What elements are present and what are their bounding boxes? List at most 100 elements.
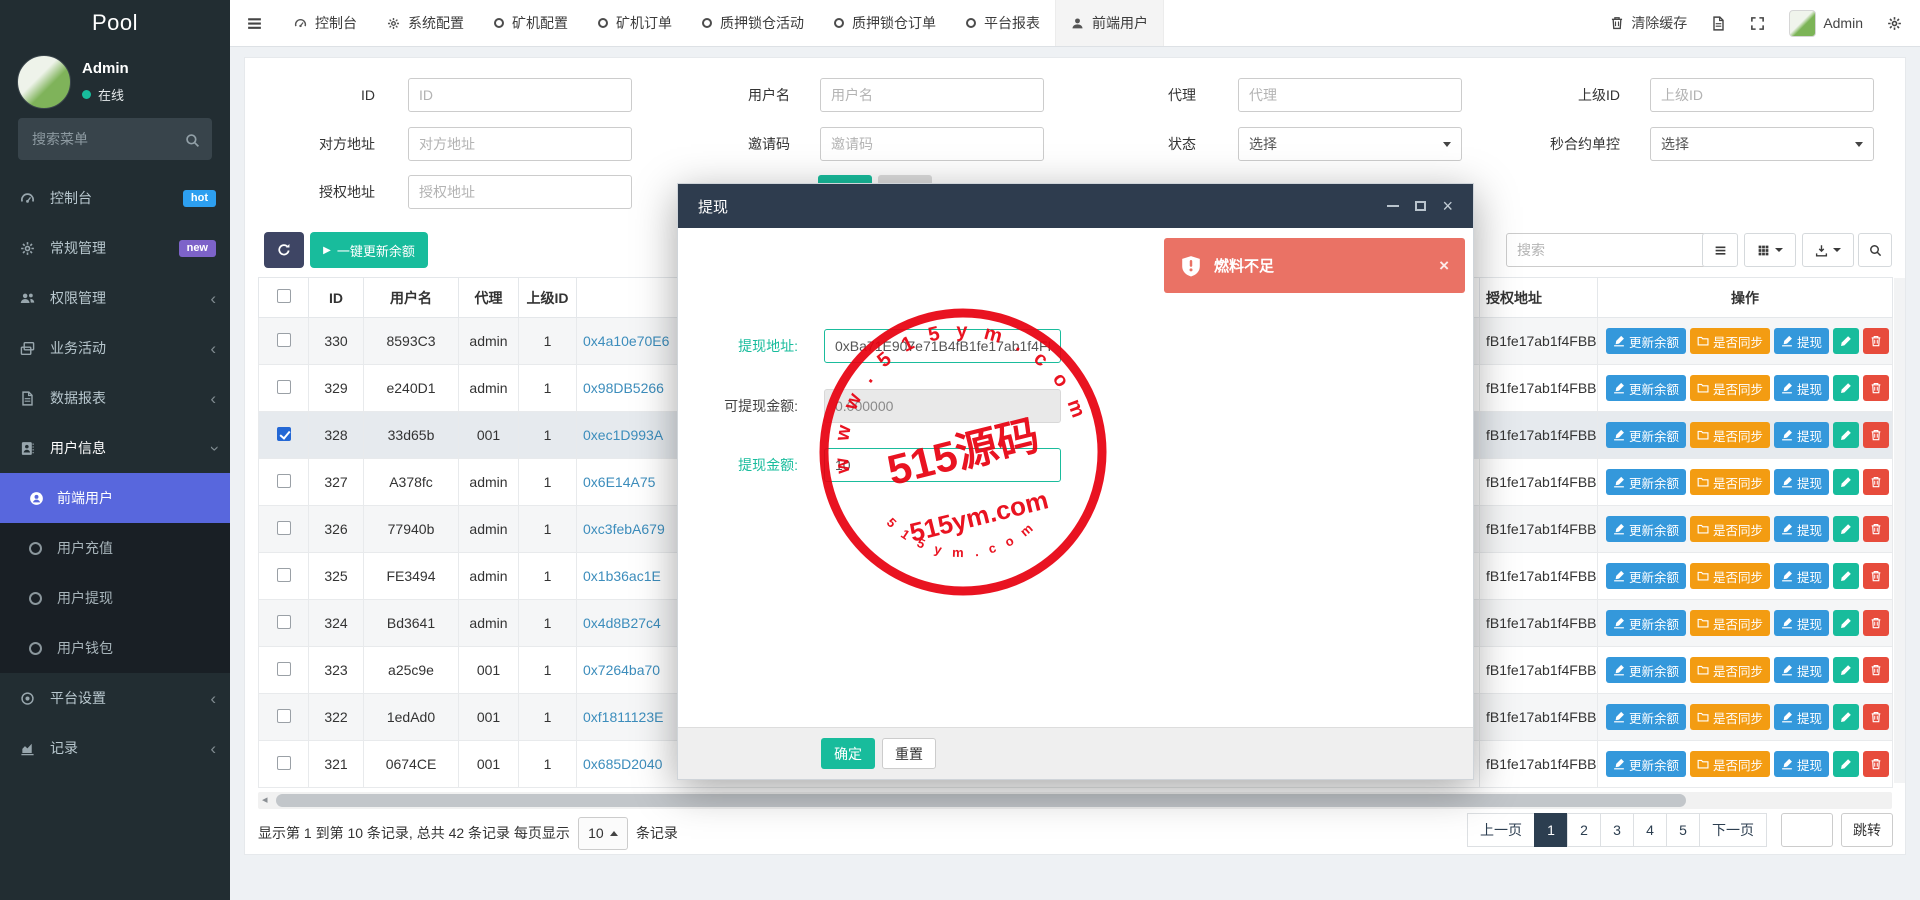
sync-button[interactable]: 是否同步 [1690, 657, 1771, 683]
edit-button[interactable] [1833, 375, 1860, 401]
export-button[interactable] [1802, 233, 1854, 267]
sidebar-search-input[interactable] [30, 130, 185, 148]
confirm-button[interactable]: 确定 [821, 738, 875, 769]
refresh-button[interactable] [264, 232, 304, 268]
columns-button[interactable] [1744, 233, 1796, 267]
edit-button[interactable] [1833, 657, 1860, 683]
alert-close-icon[interactable]: × [1439, 256, 1449, 276]
update-balance-button[interactable]: 更新余额 [1606, 516, 1687, 542]
edit-button[interactable] [1833, 563, 1860, 589]
modal-header[interactable]: 提现 × [678, 184, 1473, 228]
scrollbar-thumb[interactable] [276, 794, 1686, 807]
row-checkbox[interactable] [276, 708, 291, 723]
tab-dashboard[interactable]: 控制台 [279, 0, 372, 46]
filter-agent-input[interactable] [1238, 78, 1462, 112]
update-balance-button[interactable]: 更新余额 [1606, 751, 1687, 777]
sidebar-item-user-withdraw[interactable]: 用户提现 [0, 573, 230, 623]
withdraw-button[interactable]: 提现 [1774, 751, 1830, 777]
sidebar-item-platform-settings[interactable]: 平台设置 ‹ [0, 673, 230, 723]
tab-staking-activity[interactable]: 质押锁仓活动 [687, 0, 819, 46]
page-button-4[interactable]: 4 [1633, 813, 1667, 847]
delete-button[interactable] [1863, 563, 1890, 589]
filter-username-input[interactable] [820, 78, 1044, 112]
jump-button[interactable]: 跳转 [1841, 813, 1893, 847]
sidebar-item-user-recharge[interactable]: 用户充值 [0, 523, 230, 573]
delete-button[interactable] [1863, 375, 1890, 401]
update-balance-button[interactable]: 更新余额 [1606, 422, 1687, 448]
select-all-checkbox[interactable] [276, 289, 291, 303]
update-balance-button[interactable]: 更新余额 [1606, 375, 1687, 401]
sidebar-item-general[interactable]: 常规管理 new [0, 223, 230, 273]
sync-button[interactable]: 是否同步 [1690, 328, 1771, 354]
close-icon[interactable]: × [1442, 197, 1453, 215]
filter-contract-select[interactable]: 选择 [1650, 127, 1874, 161]
withdraw-button[interactable]: 提现 [1774, 516, 1830, 542]
row-checkbox[interactable] [276, 567, 291, 582]
update-balance-button[interactable]: 更新余额 [1606, 469, 1687, 495]
withdraw-button[interactable]: 提现 [1774, 328, 1830, 354]
sync-button[interactable]: 是否同步 [1690, 422, 1771, 448]
sidebar-item-business[interactable]: 业务活动 ‹ [0, 323, 230, 373]
withdraw-amount-input[interactable] [824, 448, 1061, 482]
settings-button[interactable] [1887, 16, 1902, 31]
edit-button[interactable] [1833, 328, 1860, 354]
filter-address-input[interactable] [408, 127, 632, 161]
horizontal-scrollbar[interactable]: ◂ [258, 792, 1892, 809]
tab-frontend-users[interactable]: 前端用户 [1055, 0, 1164, 46]
page-button-5[interactable]: 5 [1666, 813, 1700, 847]
edit-button[interactable] [1833, 516, 1860, 542]
row-checkbox[interactable] [276, 473, 291, 488]
update-balance-button[interactable]: 更新余额 [1606, 657, 1687, 683]
withdraw-button[interactable]: 提现 [1774, 657, 1830, 683]
sidebar-item-user-info[interactable]: 用户信息 ‹ [0, 423, 230, 473]
update-all-balance-button[interactable]: ▶ 一键更新余额 [310, 232, 428, 268]
edit-button[interactable] [1833, 469, 1860, 495]
row-checkbox[interactable] [276, 332, 291, 347]
sync-button[interactable]: 是否同步 [1690, 469, 1771, 495]
sync-button[interactable]: 是否同步 [1690, 516, 1771, 542]
update-balance-button[interactable]: 更新余额 [1606, 610, 1687, 636]
filter-status-select[interactable]: 选择 [1238, 127, 1462, 161]
row-checkbox[interactable] [276, 661, 291, 676]
row-checkbox[interactable] [276, 614, 291, 629]
toggle-view-button[interactable] [1702, 233, 1738, 267]
delete-button[interactable] [1863, 516, 1890, 542]
delete-button[interactable] [1863, 422, 1890, 448]
delete-button[interactable] [1863, 610, 1890, 636]
edit-button[interactable] [1833, 422, 1860, 448]
hamburger-icon[interactable] [230, 15, 279, 32]
update-balance-button[interactable]: 更新余额 [1606, 563, 1687, 589]
edit-button[interactable] [1833, 704, 1860, 730]
page-button-3[interactable]: 3 [1600, 813, 1634, 847]
delete-button[interactable] [1863, 704, 1890, 730]
edit-button[interactable] [1833, 610, 1860, 636]
row-checkbox[interactable] [276, 755, 291, 770]
update-balance-button[interactable]: 更新余额 [1606, 704, 1687, 730]
row-checkbox-checked[interactable] [276, 426, 291, 441]
withdraw-button[interactable]: 提现 [1774, 704, 1830, 730]
delete-button[interactable] [1863, 328, 1890, 354]
row-checkbox[interactable] [276, 379, 291, 394]
sync-button[interactable]: 是否同步 [1690, 563, 1771, 589]
prev-page-button[interactable]: 上一页 [1467, 813, 1535, 847]
sidebar-item-reports[interactable]: 数据报表 ‹ [0, 373, 230, 423]
sidebar-item-user-wallet[interactable]: 用户钱包 [0, 623, 230, 673]
jump-page-input[interactable] [1781, 813, 1833, 847]
vertical-scrollbar[interactable] [1894, 278, 1905, 783]
scroll-left-arrow-icon[interactable]: ◂ [262, 793, 268, 808]
delete-button[interactable] [1863, 751, 1890, 777]
delete-button[interactable] [1863, 657, 1890, 683]
page-button-2[interactable]: 2 [1567, 813, 1601, 847]
search-toggle-button[interactable] [1858, 233, 1892, 267]
withdraw-address-input[interactable] [824, 329, 1061, 363]
edit-button[interactable] [1833, 751, 1860, 777]
filter-id-input[interactable] [408, 78, 632, 112]
delete-button[interactable] [1863, 469, 1890, 495]
tab-system-config[interactable]: 系统配置 [372, 0, 479, 46]
withdraw-button[interactable]: 提现 [1774, 469, 1830, 495]
tab-miner-config[interactable]: 矿机配置 [479, 0, 583, 46]
withdraw-button[interactable]: 提现 [1774, 422, 1830, 448]
sidebar-item-frontend-users[interactable]: 前端用户 [0, 473, 230, 523]
account-menu[interactable]: Admin [1789, 9, 1863, 37]
filter-auth-input[interactable] [408, 175, 632, 209]
